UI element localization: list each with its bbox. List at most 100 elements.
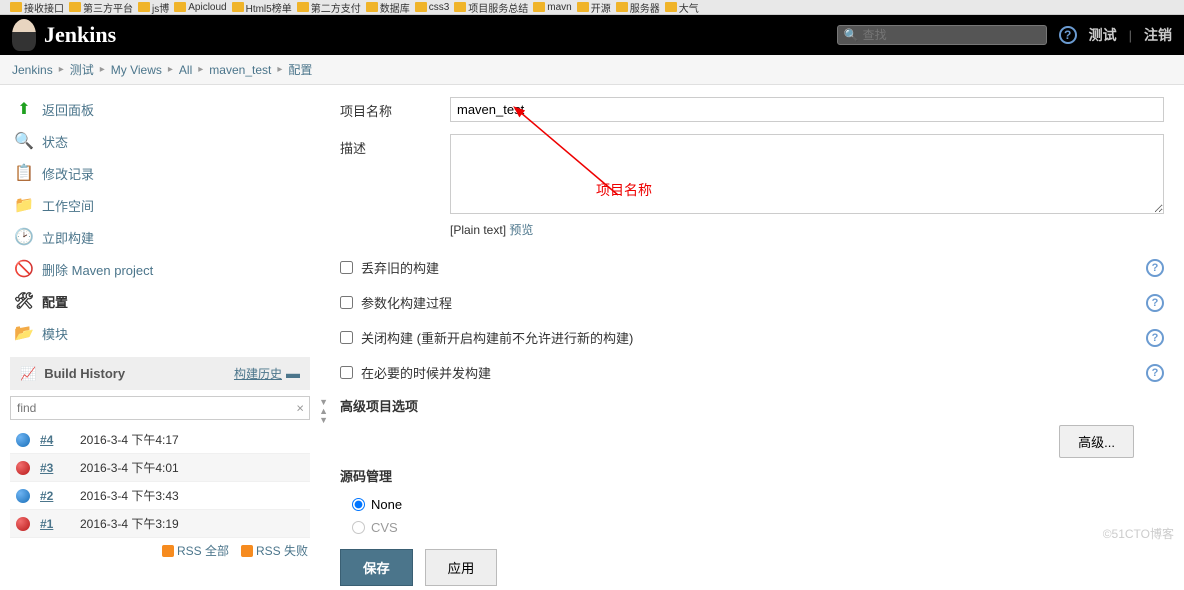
- build-row[interactable]: #22016-3-4 下午3:43: [10, 482, 310, 510]
- folder-icon: [138, 2, 150, 12]
- discard-old-row: 丢弃旧的构建 ?: [340, 250, 1164, 285]
- separator: |: [1129, 28, 1132, 43]
- help-icon[interactable]: ?: [1146, 364, 1164, 382]
- logout-link[interactable]: 注销: [1144, 25, 1172, 45]
- bookmark-item[interactable]: 第三方平台: [69, 0, 133, 15]
- folder-icon: [616, 2, 628, 12]
- build-list: #42016-3-4 下午4:17 #32016-3-4 下午4:01 #220…: [10, 426, 310, 538]
- save-button[interactable]: 保存: [340, 549, 413, 586]
- parameterized-checkbox[interactable]: [340, 296, 353, 309]
- main-header: Jenkins 🔍 ? 测试 | 注销: [0, 15, 1184, 55]
- bookmark-item[interactable]: css3: [415, 2, 450, 13]
- disable-build-row: 关闭构建 (重新开启构建前不允许进行新的构建) ?: [340, 320, 1164, 355]
- content-area: 项目名称 描述 [Plain text] 预览 丢弃旧的构建 ? 参数化构建过程…: [320, 85, 1184, 590]
- clear-icon[interactable]: ×: [296, 401, 304, 416]
- sidebar-item-changes[interactable]: 📋修改记录: [0, 157, 320, 189]
- rss-icon: [241, 545, 253, 557]
- rss-fail-link[interactable]: RSS 失败: [241, 542, 308, 559]
- bookmark-item[interactable]: 项目服务总结: [454, 0, 528, 15]
- crumb-config[interactable]: 配置: [288, 61, 312, 78]
- logo-area[interactable]: Jenkins: [12, 19, 116, 51]
- folder-icon: [232, 2, 244, 12]
- disable-build-checkbox[interactable]: [340, 331, 353, 344]
- help-icon[interactable]: ?: [1146, 329, 1164, 347]
- help-icon[interactable]: ?: [1146, 259, 1164, 277]
- bookmark-item[interactable]: Apicloud: [174, 2, 226, 13]
- magnifier-icon: 🔍: [14, 131, 34, 151]
- crumb-test[interactable]: 测试: [70, 61, 94, 78]
- rss-all-link[interactable]: RSS 全部: [162, 542, 229, 559]
- crumb-all[interactable]: All: [179, 63, 192, 77]
- folder-icon: [415, 2, 427, 12]
- folder-icon: 📁: [14, 195, 34, 215]
- bookmark-item[interactable]: 接收接口: [10, 0, 64, 15]
- app-title: Jenkins: [44, 22, 116, 48]
- crumb-jenkins[interactable]: Jenkins: [12, 63, 53, 77]
- bookmark-item[interactable]: 数据库: [366, 0, 410, 15]
- scm-none-radio[interactable]: [352, 498, 365, 511]
- build-row[interactable]: #42016-3-4 下午4:17: [10, 426, 310, 454]
- folder-icon: [454, 2, 466, 12]
- preview-link[interactable]: 预览: [509, 223, 533, 237]
- description-hint: [Plain text] 预览: [450, 221, 1164, 238]
- bookmark-item[interactable]: 服务器: [616, 0, 660, 15]
- tools-icon: 🛠: [14, 291, 34, 311]
- save-bar: 保存 应用: [340, 549, 1164, 590]
- sidebar-item-workspace[interactable]: 📁工作空间: [0, 189, 320, 221]
- bookmark-item[interactable]: 开源: [577, 0, 611, 15]
- bookmark-bar: 接收接口 第三方平台 js博 Apicloud Html5榜单 第二方支付 数据…: [0, 0, 1184, 15]
- sidebar-item-buildnow[interactable]: 🕑立即构建: [0, 221, 320, 253]
- build-history-link[interactable]: 构建历史: [234, 367, 282, 381]
- help-icon[interactable]: ?: [1146, 294, 1164, 312]
- folder-open-icon: 📂: [14, 323, 34, 343]
- status-ball-red-icon: [16, 461, 30, 475]
- user-link[interactable]: 测试: [1089, 25, 1117, 45]
- description-textarea[interactable]: [450, 134, 1164, 214]
- bookmark-item[interactable]: mavn: [533, 2, 571, 13]
- project-name-label: 项目名称: [340, 97, 450, 122]
- sidebar-item-modules[interactable]: 📂模块: [0, 317, 320, 349]
- project-name-input[interactable]: [450, 97, 1164, 122]
- search-input[interactable]: [863, 28, 1040, 42]
- build-row[interactable]: #32016-3-4 下午4:01: [10, 454, 310, 482]
- scm-cvs-radio[interactable]: [352, 521, 365, 534]
- build-history-header: 📈Build History 构建历史▬: [10, 357, 310, 390]
- folder-icon: [297, 2, 309, 12]
- discard-old-checkbox[interactable]: [340, 261, 353, 274]
- help-icon[interactable]: ?: [1059, 26, 1077, 44]
- rss-row: RSS 全部 RSS 失败: [12, 542, 308, 559]
- bookmark-item[interactable]: Html5榜单: [232, 0, 292, 15]
- chevron-right-icon: ▸: [168, 64, 173, 75]
- status-ball-blue-icon: [16, 433, 30, 447]
- chevron-right-icon: ▸: [198, 64, 203, 75]
- folder-icon: [366, 2, 378, 12]
- build-search: × ▼▲▼: [10, 396, 310, 420]
- bookmark-item[interactable]: js博: [138, 0, 169, 15]
- folder-icon: [10, 2, 22, 12]
- delete-icon: 🚫: [14, 259, 34, 279]
- concurrent-checkbox[interactable]: [340, 366, 353, 379]
- sidebar-item-status[interactable]: 🔍状态: [0, 125, 320, 157]
- scm-cvs-row: CVS: [340, 516, 1164, 539]
- clock-play-icon: 🕑: [14, 227, 34, 247]
- advanced-button[interactable]: 高级...: [1059, 425, 1134, 458]
- sidebar-item-delete[interactable]: 🚫删除 Maven project: [0, 253, 320, 285]
- crumb-myviews[interactable]: My Views: [111, 63, 162, 77]
- crumb-maventest[interactable]: maven_test: [209, 63, 271, 77]
- chevron-right-icon: ▸: [59, 64, 64, 75]
- folder-icon: [577, 2, 589, 12]
- build-row[interactable]: #12016-3-4 下午3:19: [10, 510, 310, 538]
- scm-none-row: None: [340, 493, 1164, 516]
- bookmark-item[interactable]: 大气: [665, 0, 699, 15]
- up-arrow-icon: ⬆: [14, 99, 34, 119]
- notes-icon: 📋: [14, 163, 34, 183]
- build-filter-input[interactable]: [10, 396, 310, 420]
- bookmark-item[interactable]: 第二方支付: [297, 0, 361, 15]
- sidebar-item-configure[interactable]: 🛠配置: [0, 285, 320, 317]
- collapse-icon[interactable]: ▬: [286, 365, 300, 381]
- sidebar-item-back[interactable]: ⬆返回面板: [0, 93, 320, 125]
- apply-button[interactable]: 应用: [425, 549, 498, 586]
- description-label: 描述: [340, 134, 450, 238]
- scm-header: 源码管理: [340, 466, 1164, 487]
- search-box[interactable]: 🔍: [837, 25, 1047, 45]
